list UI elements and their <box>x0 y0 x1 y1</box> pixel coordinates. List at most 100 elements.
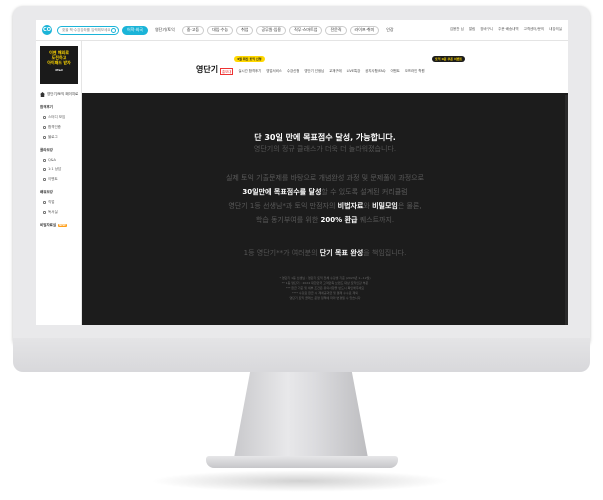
search-icon[interactable] <box>111 27 116 33</box>
sidebar-item[interactable]: 독서실 <box>36 210 81 215</box>
para-text: 퀘스트까지. <box>357 216 395 224</box>
home-icon <box>40 92 45 97</box>
sidebar-item[interactable]: 직업 <box>36 200 81 205</box>
sidebar-item-label: 합격인증 <box>48 125 61 129</box>
sidebar-section-title: 합격후기 <box>40 105 53 109</box>
chat-icon <box>43 168 46 171</box>
para-text: 학습 동기부여를 위한 <box>255 216 321 224</box>
subnav-item[interactable]: 공지사항/FAQ <box>365 68 385 75</box>
subnav-item[interactable]: 수강신청 <box>287 68 299 75</box>
sidebar-section-title: 배워보강 <box>40 190 53 194</box>
user-name-link[interactable]: 김용찬 님 <box>450 27 464 32</box>
sidebar-item[interactable]: 합격인증 <box>36 125 81 130</box>
sidebar-item-label: 블로그 <box>48 135 58 139</box>
certificate-icon <box>43 126 46 129</box>
para-bold: 비법자료 <box>337 202 364 210</box>
sidebar-item[interactable]: 스터디 모임 <box>36 115 81 120</box>
sidebar-item-label: 독서실 <box>48 210 58 214</box>
sidebar-item-label: 1:1 상담 <box>48 167 62 171</box>
para-bold: 30일만에 목표점수를 달성 <box>242 188 322 196</box>
sidebar-home-link[interactable]: 영단기/토익 페이지로 <box>36 92 81 97</box>
user-links: 김용찬 님 알림 장바구니 주문·배송내역 고객센터/문의 내강의실 <box>450 27 562 32</box>
menu-item-toeic[interactable]: 영단기/토익 <box>151 26 179 35</box>
sidebar-home-label: 영단기/토익 페이지로 <box>47 92 79 96</box>
para-line: 학습 동기부여를 위한 200% 환급 퀘스트까지. <box>82 213 568 227</box>
brand-title[interactable]: 영단기 <box>196 64 218 75</box>
subnav-item[interactable]: 홍보대 <box>220 68 234 75</box>
promo-tag[interactable]: 4월 최신 토익 신청 <box>234 56 265 62</box>
main-content-panel: 단 30일 만에 목표점수 달성, 가능합니다. 영단기의 정규 클래스가 더욱… <box>82 93 568 325</box>
fine-line: 영단기 토익 클래스 운영 정책에 따라 변경될 수 있습니다 <box>289 296 361 300</box>
closing-text: 을 책임집니다. <box>363 249 407 257</box>
subnav-item[interactable]: 교재구매 <box>329 68 341 75</box>
sidebar-item-label: Q&A <box>48 158 56 162</box>
menu-item-college[interactable]: 대입·수능 <box>207 25 234 35</box>
job-icon <box>43 201 46 204</box>
para-line: 30일만에 목표점수를 달성할 수 있도록 설계된 커리큘럼 <box>82 185 568 199</box>
para-text: 은 물론, <box>397 202 422 210</box>
site-logo[interactable]: CO <box>42 25 52 35</box>
sidebar-section-title: 콜라보강 <box>40 148 53 152</box>
top-navigation-bar: CO 찾을 책·수강강좌를 입력해보세요 어학·외국 영단기/토익 중·고등 대… <box>36 20 568 41</box>
sidebar-item[interactable]: Q&A <box>36 158 81 162</box>
event-icon <box>43 178 46 181</box>
promo-tag[interactable]: 토익 0원 쿠폰 이벤트 <box>432 56 466 62</box>
my-classroom-link[interactable]: 내강의실 <box>549 27 562 32</box>
orders-link[interactable]: 주문·배송내역 <box>498 27 518 32</box>
subnav-item[interactable]: LIVE특강 <box>347 68 361 75</box>
notification-link[interactable]: 알림 <box>469 27 475 32</box>
cart-link[interactable]: 장바구니 <box>480 27 493 32</box>
menu-item-job[interactable]: 취업 <box>236 25 254 35</box>
menu-item-startup[interactable]: 직무·스마트업 <box>289 25 323 35</box>
search-input[interactable]: 찾을 책·수강강좌를 입력해보세요 <box>57 25 119 35</box>
description-paragraph: 실제 토익 기출문제를 바탕으로 개념완성 과정 및 문제풀이 과정으로 30일… <box>82 171 568 227</box>
library-icon <box>43 211 46 214</box>
screen: CO 찾을 책·수강강좌를 입력해보세요 어학·외국 영단기/토익 중·고등 대… <box>36 20 568 325</box>
fine-print: * 영단기 1등 선생님 : 영단기 토익 전체 수강생 기준 (2023년 1… <box>82 276 568 301</box>
para-bold: 200% 환급 <box>320 216 358 224</box>
menu-item-middle-high[interactable]: 중·고등 <box>181 25 205 35</box>
subnav-item[interactable]: 영단기 선생님 <box>304 68 324 75</box>
subheadline: 영단기의 정규 클래스가 더욱 더 놀라워졌습니다. <box>253 145 397 153</box>
sidebar-item-label: 이벤트 <box>48 177 58 181</box>
menu-item-professional[interactable]: 전문직 <box>325 25 347 35</box>
menu-item-lecture[interactable]: 인강 <box>382 26 397 35</box>
subnav-item[interactable]: 영업서비스 <box>266 68 282 75</box>
para-line: 실제 토익 기출문제를 바탕으로 개념완성 과정 및 문제풀이 과정으로 <box>225 174 425 182</box>
promo-banner[interactable]: 이젠 해외로 도전하고 아이패드 받자 iPad <box>40 46 78 84</box>
qa-icon <box>43 158 46 162</box>
sidebar-item-label: 직업 <box>48 200 55 204</box>
sidebar-item[interactable]: 이벤트 <box>36 177 81 182</box>
sidebar-section-label: 비밀자료실 <box>40 223 57 227</box>
sidebar-item[interactable]: 블로그 <box>36 135 81 140</box>
para-bold: 비밀모임 <box>372 202 398 210</box>
subnav-item[interactable]: 실시간 합격후기 <box>238 68 261 75</box>
sidebar-item-label: 스터디 모임 <box>48 115 66 119</box>
para-text: 할 수 있도록 설계된 커리큘럼 <box>321 188 408 196</box>
sidebar-section-title: 비밀자료실 NEW <box>36 223 81 228</box>
menu-item-life[interactable]: 라이프·취미 <box>349 25 380 35</box>
menu-item-civil-service[interactable]: 공무원·임용 <box>256 25 287 35</box>
scrollbar[interactable] <box>565 95 568 325</box>
monitor-shadow <box>150 470 450 492</box>
para-text: 와 <box>363 202 373 210</box>
left-sidebar: 이젠 해외로 도전하고 아이패드 받자 iPad 영단기/토익 페이지로 합격후… <box>36 41 82 325</box>
sub-header: 4월 최신 토익 신청 토익 0원 쿠폰 이벤트 영단기 홍보대 실시간 합격후… <box>82 41 568 95</box>
subnav-item[interactable]: 이벤트 <box>390 68 399 75</box>
banner-line: 아이패드 받자 <box>47 60 71 65</box>
para-text: 영단기 1등 선생님*과 토익 만점자의 <box>228 202 338 210</box>
support-link[interactable]: 고객센터/문의 <box>524 27 545 32</box>
subnav-item[interactable]: 오프라인 학원 <box>405 68 425 75</box>
closing-line: 1등 영단기**가 여러분의 단기 목표 완성을 책임집니다. <box>82 248 568 258</box>
monitor-stand <box>234 372 368 458</box>
sidebar-item[interactable]: 1:1 상담 <box>36 167 81 172</box>
new-badge: NEW <box>58 224 67 227</box>
closing-bold: 단기 목표 완성 <box>319 249 364 257</box>
closing-text: 1등 영단기**가 여러분의 <box>243 249 320 257</box>
banner-sub: iPad <box>55 68 63 72</box>
study-icon <box>43 116 46 119</box>
monitor-base <box>206 456 398 468</box>
headline: 단 30일 만에 목표점수 달성, 가능합니다. <box>254 133 396 142</box>
para-line: 영단기 1등 선생님*과 토익 만점자의 비법자료와 비밀모임은 물론, <box>82 199 568 213</box>
menu-item-language[interactable]: 어학·외국 <box>122 25 148 35</box>
